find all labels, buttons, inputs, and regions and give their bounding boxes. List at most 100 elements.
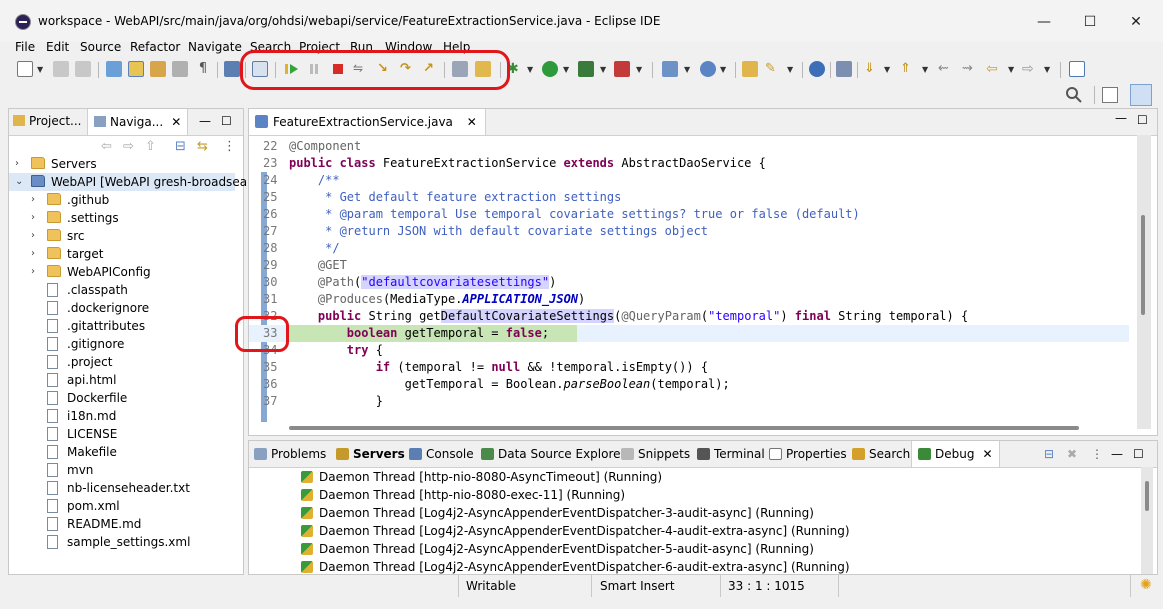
tree-item[interactable]: LICENSE: [9, 425, 235, 443]
toggle-highlight-icon[interactable]: [150, 61, 166, 77]
close-button[interactable]: ✕: [1113, 8, 1159, 36]
menu-edit[interactable]: Edit: [46, 40, 69, 54]
tree-item[interactable]: pom.xml: [9, 497, 235, 515]
chevron-down-icon[interactable]: ▼: [1044, 65, 1050, 74]
tree-item[interactable]: › .settings: [9, 209, 235, 227]
editor-scrollbar[interactable]: [1137, 135, 1151, 429]
code-line[interactable]: 26 * @param temporal Use temporal covari…: [249, 206, 1129, 223]
tree-item[interactable]: › target: [9, 245, 235, 263]
minimize-view-button[interactable]: —: [1111, 447, 1123, 461]
code-line[interactable]: 28 */: [249, 240, 1129, 257]
forward-edit-icon[interactable]: ⇝: [962, 61, 978, 77]
tree-item[interactable]: README.md: [9, 515, 235, 533]
new-java-project-icon[interactable]: [662, 61, 678, 77]
code-line[interactable]: 32 public String getDefaultCovariateSett…: [249, 308, 1129, 325]
open-type-icon[interactable]: [742, 61, 758, 77]
forward-icon[interactable]: ⇨: [123, 139, 134, 154]
thread-row[interactable]: Daemon Thread [http-nio-8080-exec-11] (R…: [301, 486, 625, 504]
code-line[interactable]: 31 @Produces(MediaType.APPLICATION_JSON): [249, 291, 1129, 308]
tab-search[interactable]: Search: [852, 447, 910, 461]
code-line[interactable]: 22 @Component: [249, 138, 1129, 155]
minimize-editor-button[interactable]: —: [1115, 111, 1127, 125]
tree-item[interactable]: i18n.md: [9, 407, 235, 425]
last-edit-location-icon[interactable]: ⇜: [938, 61, 954, 77]
previous-annotation-icon[interactable]: ⇑: [900, 61, 916, 77]
tab-servers[interactable]: Servers: [336, 447, 405, 461]
tree-item[interactable]: › Servers: [9, 155, 235, 173]
globe-icon[interactable]: [809, 61, 825, 77]
chevron-down-icon[interactable]: ▼: [636, 65, 642, 74]
up-icon[interactable]: ⇧: [145, 139, 156, 154]
maximize-view-button[interactable]: ☐: [1133, 447, 1144, 461]
view-menu-icon[interactable]: ⋮: [223, 139, 236, 154]
view-menu-icon[interactable]: ⋮: [1091, 447, 1103, 461]
tab-console[interactable]: Console: [409, 447, 474, 461]
next-annotation-icon[interactable]: ⇓: [864, 61, 880, 77]
code-line[interactable]: 33 boolean getTemporal = false;: [249, 325, 1129, 342]
collapse-all-icon[interactable]: ⊟: [1044, 447, 1054, 461]
tab-problems[interactable]: Problems: [254, 447, 326, 461]
chevron-right-icon[interactable]: ›: [31, 209, 35, 227]
mark-occurrences-icon[interactable]: [128, 61, 144, 77]
close-icon[interactable]: ✕: [467, 115, 477, 129]
tree-item[interactable]: .dockerignore: [9, 299, 235, 317]
debug-scrollbar[interactable]: [1141, 467, 1153, 574]
back-icon[interactable]: ⇦: [101, 139, 112, 154]
tree-item[interactable]: mvn: [9, 461, 235, 479]
code-line[interactable]: 23 public class FeatureExtractionService …: [249, 155, 1129, 172]
tree-item[interactable]: .project: [9, 353, 235, 371]
tree-item[interactable]: nb-licenseheader.txt: [9, 479, 235, 497]
chevron-down-icon[interactable]: ▼: [720, 65, 726, 74]
tree-item[interactable]: sample_settings.xml: [9, 533, 235, 551]
code-line[interactable]: 25 * Get default feature extraction sett…: [249, 189, 1129, 206]
chevron-down-icon[interactable]: ▼: [37, 65, 43, 74]
tab-project-explorer[interactable]: Project...: [13, 114, 82, 128]
code-line[interactable]: 36 getTemporal = Boolean.parseBoolean(te…: [249, 376, 1129, 393]
new-icon[interactable]: [17, 61, 33, 77]
chevron-down-icon[interactable]: ▼: [684, 65, 690, 74]
close-icon[interactable]: ✕: [171, 115, 181, 129]
new-class-icon[interactable]: [700, 61, 716, 77]
code-line[interactable]: 24 /**: [249, 172, 1129, 189]
open-task-icon[interactable]: ✎: [765, 61, 781, 77]
chevron-down-icon[interactable]: ▼: [563, 65, 569, 74]
chevron-down-icon[interactable]: ▼: [922, 65, 928, 74]
maximize-view-button[interactable]: ☐: [221, 114, 232, 128]
tab-navigator[interactable]: Naviga... ✕: [87, 109, 189, 135]
thread-row[interactable]: Daemon Thread [Log4j2-AsyncAppenderEvent…: [301, 504, 814, 522]
back-icon[interactable]: ⇦: [986, 61, 1002, 77]
block-selection-icon[interactable]: [172, 61, 188, 77]
coverage-icon[interactable]: [614, 61, 630, 77]
chevron-down-icon[interactable]: ▼: [527, 65, 533, 74]
search-references-icon[interactable]: [836, 61, 852, 77]
code-line[interactable]: 37 }: [249, 393, 1129, 410]
code-line[interactable]: 27 * @return JSON with default covariate…: [249, 223, 1129, 240]
open-perspective-icon[interactable]: [1102, 87, 1118, 103]
minimize-view-button[interactable]: —: [199, 114, 211, 128]
tree-item[interactable]: .classpath: [9, 281, 235, 299]
search-icon[interactable]: [1065, 86, 1083, 104]
chevron-right-icon[interactable]: ›: [31, 191, 35, 209]
run-external-icon[interactable]: [578, 61, 594, 77]
thread-row[interactable]: Daemon Thread [Log4j2-AsyncAppenderEvent…: [301, 558, 850, 576]
menu-file[interactable]: File: [15, 40, 35, 54]
close-icon[interactable]: ✕: [982, 447, 992, 461]
menu-source[interactable]: Source: [80, 40, 121, 54]
link-editor-icon[interactable]: ⇆: [197, 139, 208, 154]
chevron-right-icon[interactable]: ›: [31, 227, 35, 245]
tree-item[interactable]: › .github: [9, 191, 235, 209]
chevron-down-icon[interactable]: ▼: [1008, 65, 1014, 74]
chevron-right-icon[interactable]: ›: [15, 155, 19, 173]
tree-item[interactable]: Makefile: [9, 443, 235, 461]
collapse-all-icon[interactable]: ⊟: [175, 139, 186, 154]
chevron-down-icon[interactable]: ▼: [600, 65, 606, 74]
java-perspective-icon[interactable]: [1130, 84, 1152, 106]
chevron-right-icon[interactable]: ›: [31, 245, 35, 263]
pin-editor-icon[interactable]: [1069, 61, 1085, 77]
show-whitespace-icon[interactable]: ¶: [195, 61, 211, 77]
maximize-editor-button[interactable]: ☐: [1137, 113, 1148, 127]
chevron-down-icon[interactable]: ▼: [787, 65, 793, 74]
code-line[interactable]: 35 if (temporal != null && !temporal.isE…: [249, 359, 1129, 376]
menu-refactor[interactable]: Refactor: [130, 40, 180, 54]
menu-navigate[interactable]: Navigate: [188, 40, 242, 54]
